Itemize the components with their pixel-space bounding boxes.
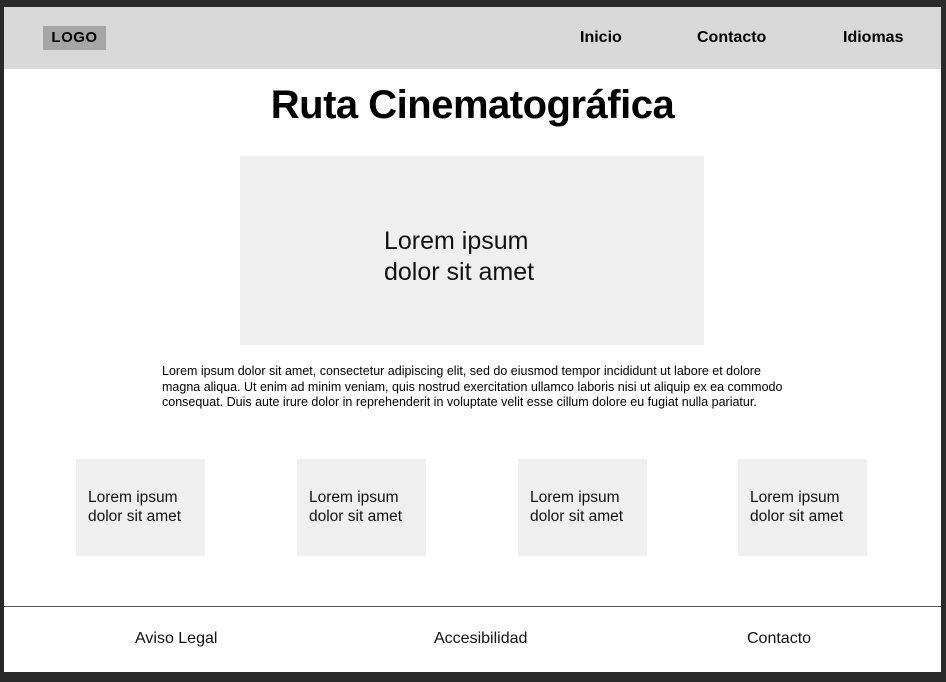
logo[interactable]: LOGO xyxy=(43,26,106,50)
card-1[interactable]: Lorem ipsum dolor sit amet xyxy=(76,459,205,556)
card-text-line-1: Lorem ipsum xyxy=(309,489,399,506)
nav-link-contacto[interactable]: Contacto xyxy=(697,27,766,49)
footer-link-aviso-legal[interactable]: Aviso Legal xyxy=(135,628,217,650)
card-text: Lorem ipsum dolor sit amet xyxy=(750,488,865,526)
footer-link-contacto[interactable]: Contacto xyxy=(747,628,811,650)
card-text-line-2: dolor sit amet xyxy=(309,508,403,525)
nav-link-inicio[interactable]: Inicio xyxy=(580,27,622,49)
card-3[interactable]: Lorem ipsum dolor sit amet xyxy=(518,459,647,556)
card-text-line-2: dolor sit amet xyxy=(750,508,844,525)
card-text: Lorem ipsum dolor sit amet xyxy=(530,488,645,526)
card-text-line-1: Lorem ipsum xyxy=(88,489,178,506)
hero-image-placeholder: Lorem ipsum dolor sit amet xyxy=(240,156,704,345)
hero-text-line-1: Lorem ipsum xyxy=(384,227,529,255)
card-text-line-2: dolor sit amet xyxy=(530,508,624,525)
card-2[interactable]: Lorem ipsum dolor sit amet xyxy=(297,459,426,556)
page-frame: LOGO Inicio Contacto Idiomas Ruta Cinema… xyxy=(4,7,941,672)
top-navigation-bar: LOGO Inicio Contacto Idiomas xyxy=(4,7,941,69)
card-text-line-1: Lorem ipsum xyxy=(530,489,620,506)
intro-paragraph: Lorem ipsum dolor sit amet, consectetur … xyxy=(162,364,783,409)
card-text-line-1: Lorem ipsum xyxy=(750,489,840,506)
card-4[interactable]: Lorem ipsum dolor sit amet xyxy=(738,459,867,556)
footer-link-accesibilidad[interactable]: Accesibilidad xyxy=(434,628,527,650)
card-text: Lorem ipsum dolor sit amet xyxy=(88,488,203,526)
hero-text: Lorem ipsum dolor sit amet xyxy=(384,226,604,288)
card-text: Lorem ipsum dolor sit amet xyxy=(309,488,424,526)
footer-divider xyxy=(4,606,941,607)
nav-link-idiomas[interactable]: Idiomas xyxy=(843,27,903,49)
hero-text-line-2: dolor sit amet xyxy=(384,258,535,286)
page-title: Ruta Cinematográfica xyxy=(270,83,675,127)
card-text-line-2: dolor sit amet xyxy=(88,508,182,525)
